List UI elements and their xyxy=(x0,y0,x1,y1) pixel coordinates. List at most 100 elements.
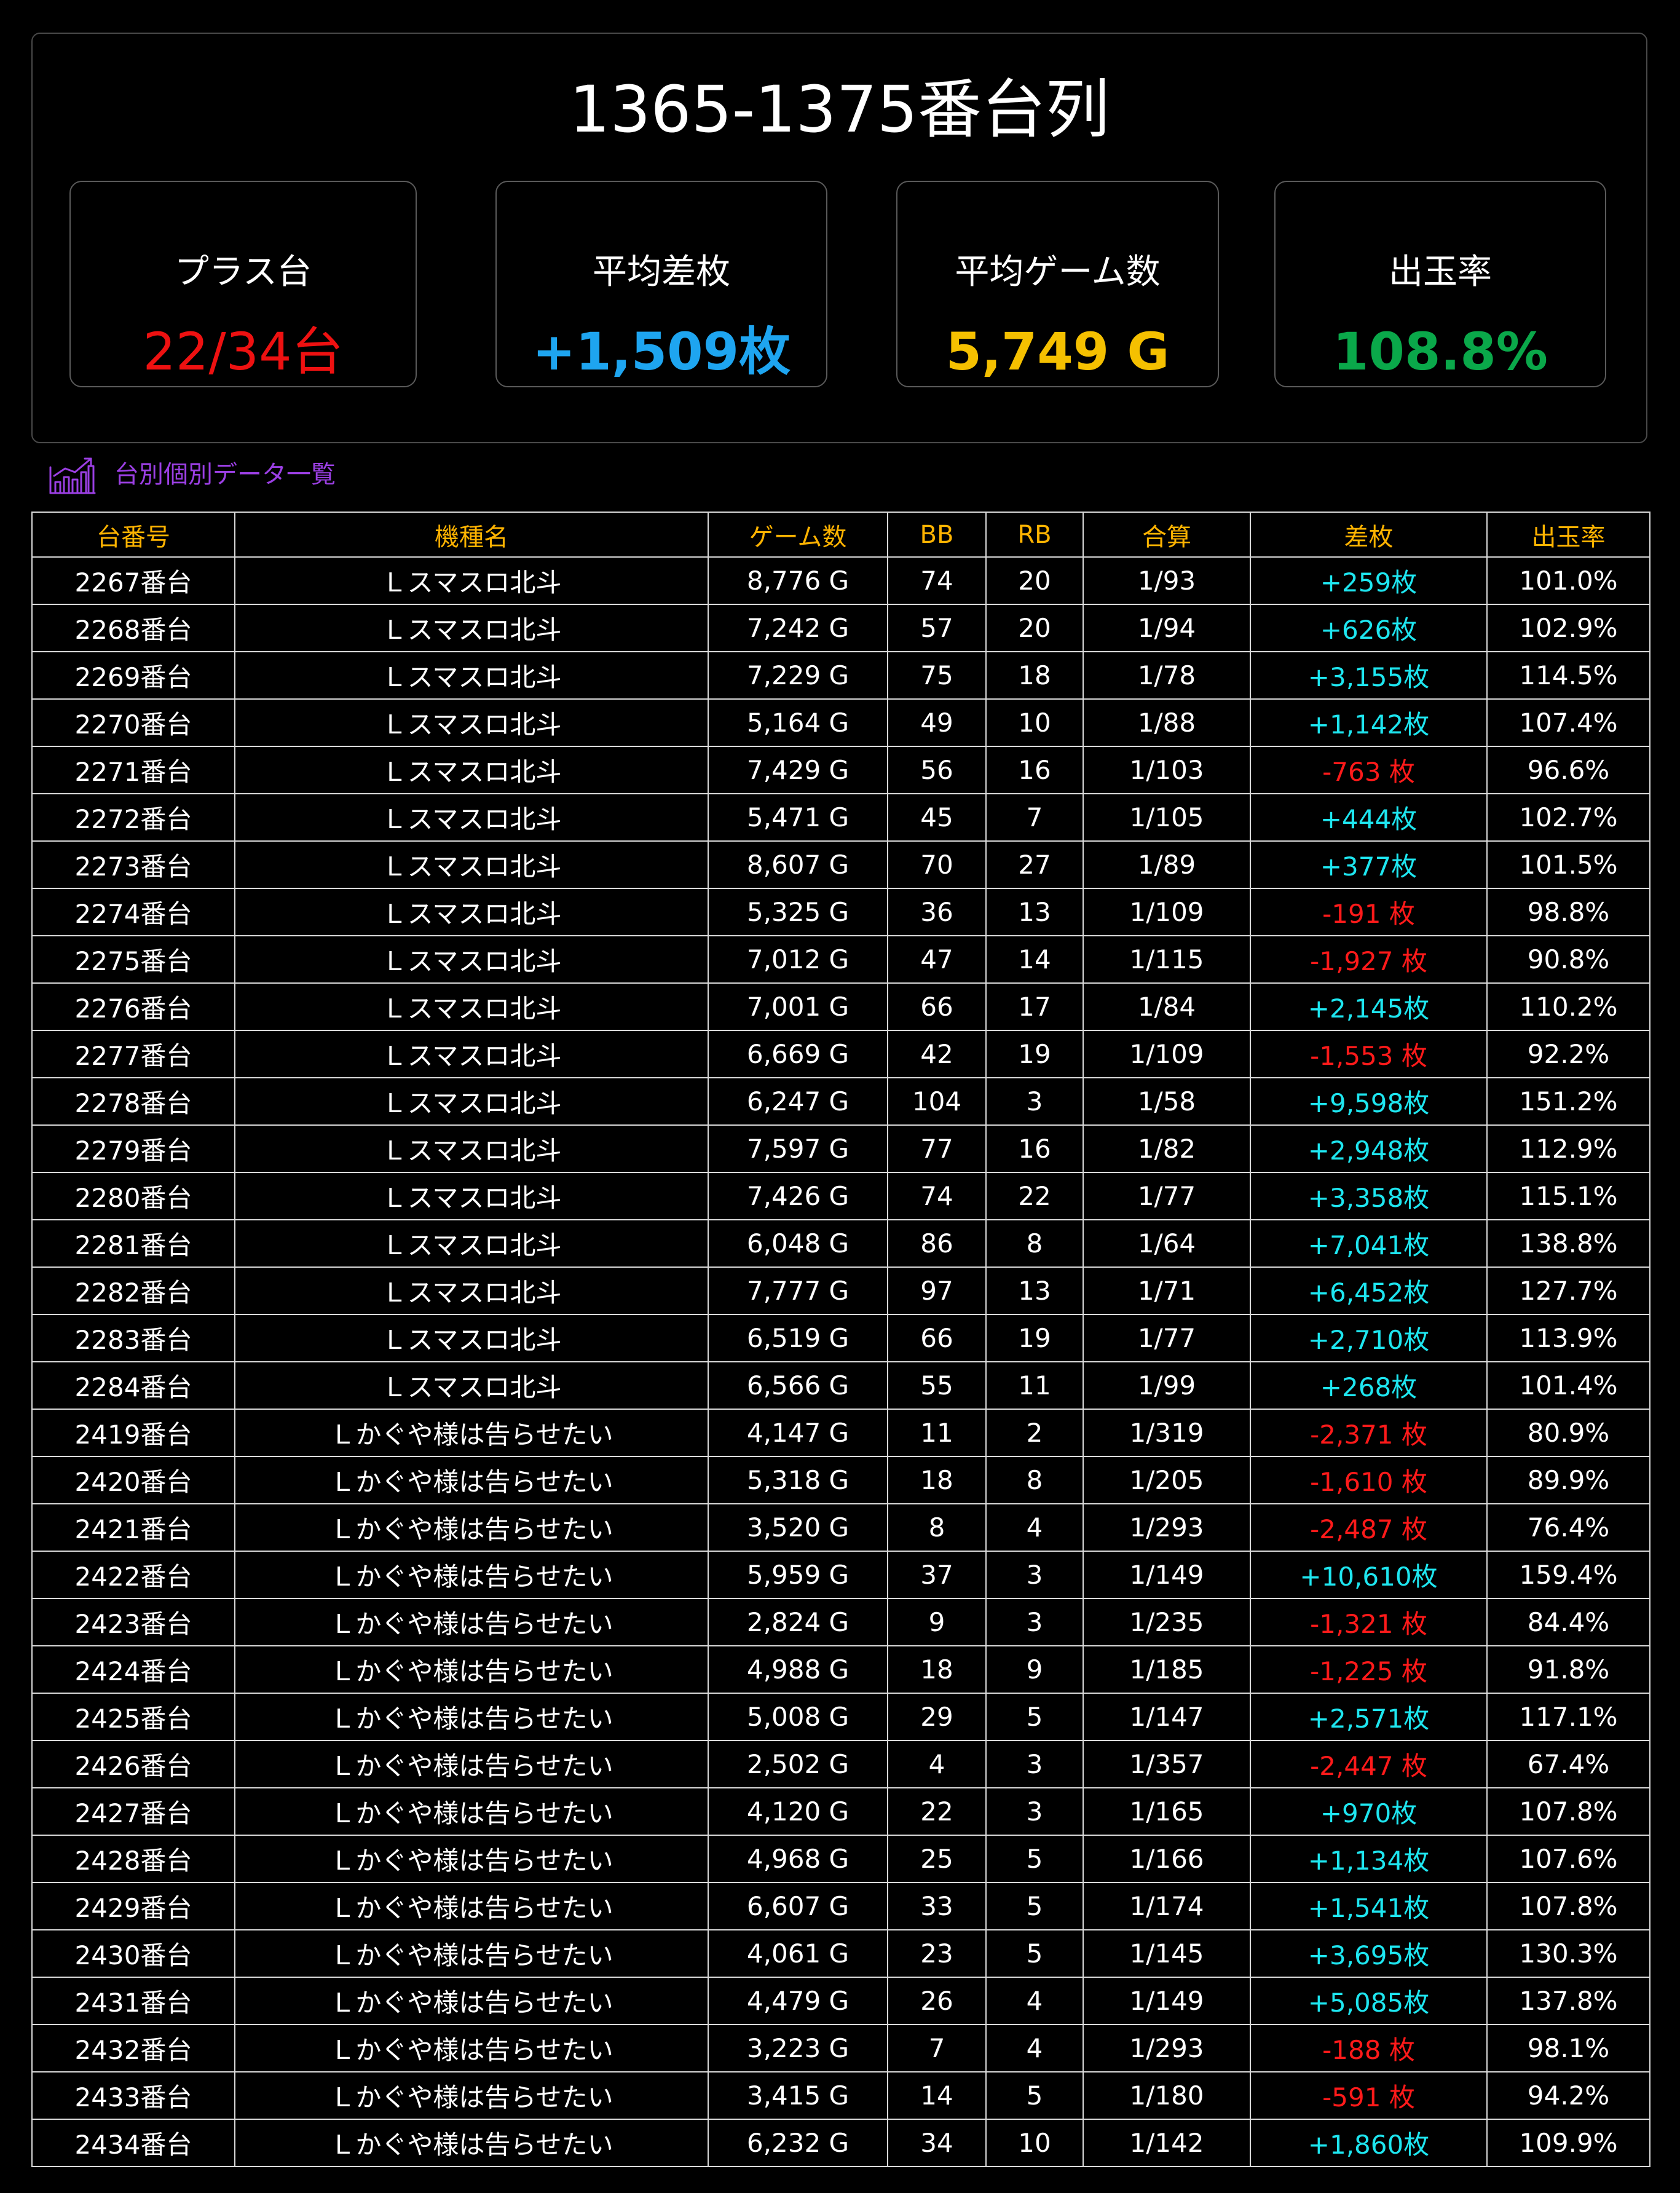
column-header-rb: RB xyxy=(985,512,1084,558)
rb-cell: 5 xyxy=(985,1693,1084,1741)
games-cell: 6,232 G xyxy=(708,2119,888,2167)
combined-odds-cell: 1/293 xyxy=(1083,2024,1251,2072)
machine-number-cell: 2429番台 xyxy=(31,1882,235,1930)
rb-cell: 18 xyxy=(985,651,1084,700)
bb-cell: 49 xyxy=(887,698,987,747)
table-row: 2427番台 Ｌかぐや様は告らせたい 4,120 G 22 3 1/165 +970枚 107… xyxy=(31,1787,1650,1836)
bb-cell: 42 xyxy=(887,1030,987,1078)
rb-cell: 4 xyxy=(985,1977,1084,2025)
machine-number-cell: 2281番台 xyxy=(31,1219,235,1268)
summary-panel: 1365-1375番台列 プラス台 22/34台 平均差枚 +1,509枚 平均… xyxy=(31,33,1647,443)
payout-rate-cell: 107.8% xyxy=(1486,1787,1650,1836)
machine-number-cell: 2421番台 xyxy=(31,1503,235,1552)
stat-card-plus-machines: プラス台 22/34台 xyxy=(69,181,417,387)
payout-rate-cell: 101.4% xyxy=(1486,1361,1650,1410)
rb-cell: 9 xyxy=(985,1645,1084,1694)
machine-number-cell: 2431番台 xyxy=(31,1977,235,2025)
bb-cell: 47 xyxy=(887,935,987,984)
rb-cell: 19 xyxy=(985,1314,1084,1362)
payout-rate-cell: 80.9% xyxy=(1486,1409,1650,1457)
table-row: 2428番台 Ｌかぐや様は告らせたい 4,968 G 25 5 1/166 +1,134枚 1… xyxy=(31,1835,1650,1883)
table-row: 2268番台 Ｌスマスロ北斗 7,242 G 57 20 1/94 +626枚 102.9% xyxy=(31,604,1650,652)
bb-cell: 74 xyxy=(887,556,987,605)
stat-value: 5,749 G xyxy=(945,322,1170,382)
payout-rate-cell: 102.9% xyxy=(1486,604,1650,652)
bb-cell: 56 xyxy=(887,746,987,794)
difference-cell: +1,142枚 xyxy=(1250,698,1488,747)
rb-cell: 2 xyxy=(985,1409,1084,1457)
payout-rate-cell: 127.7% xyxy=(1486,1266,1650,1315)
combined-odds-cell: 1/357 xyxy=(1083,1740,1251,1788)
rb-cell: 5 xyxy=(985,2071,1084,2120)
payout-rate-cell: 94.2% xyxy=(1486,2071,1650,2120)
machine-number-cell: 2277番台 xyxy=(31,1030,235,1078)
games-cell: 5,008 G xyxy=(708,1693,888,1741)
model-name-cell: Ｌスマスロ北斗 xyxy=(234,1172,709,1220)
payout-rate-cell: 84.4% xyxy=(1486,1598,1650,1646)
model-name-cell: Ｌかぐや様は告らせたい xyxy=(234,1787,709,1836)
rb-cell: 16 xyxy=(985,746,1084,794)
machine-number-cell: 2283番台 xyxy=(31,1314,235,1362)
combined-odds-cell: 1/166 xyxy=(1083,1835,1251,1883)
combined-odds-cell: 1/109 xyxy=(1083,1030,1251,1078)
model-name-cell: Ｌスマスロ北斗 xyxy=(234,1361,709,1410)
page-title: 1365-1375番台列 xyxy=(569,72,1110,147)
games-cell: 6,247 G xyxy=(708,1077,888,1126)
table-row: 2421番台 Ｌかぐや様は告らせたい 3,520 G 8 4 1/293 -2,487 枚7… xyxy=(31,1503,1650,1552)
table-row: 2434番台 Ｌかぐや様は告らせたい 6,232 G 34 10 1/142 +1,860枚… xyxy=(31,2119,1650,2167)
difference-cell: +1,860枚 xyxy=(1250,2119,1488,2167)
bb-cell: 33 xyxy=(887,1882,987,1930)
games-cell: 7,012 G xyxy=(708,935,888,984)
machine-number-cell: 2424番台 xyxy=(31,1645,235,1694)
payout-rate-cell: 138.8% xyxy=(1486,1219,1650,1268)
games-cell: 8,607 G xyxy=(708,840,888,889)
bb-cell: 57 xyxy=(887,604,987,652)
model-name-cell: Ｌかぐや様は告らせたい xyxy=(234,1835,709,1883)
table-row: 2271番台 Ｌスマスロ北斗 7,429 G 56 16 1/103 -763 枚 96.6% xyxy=(31,746,1650,794)
machine-number-cell: 2267番台 xyxy=(31,556,235,605)
difference-cell: -1,225 枚 xyxy=(1250,1645,1488,1694)
games-cell: 5,959 G xyxy=(708,1551,888,1599)
machine-number-cell: 2273番台 xyxy=(31,840,235,889)
model-name-cell: Ｌかぐや様は告らせたい xyxy=(234,1409,709,1457)
bb-cell: 66 xyxy=(887,982,987,1031)
header-row: 台番号 機種名 ゲーム数 BB RB 合算 差枚 出玉率 xyxy=(31,512,1650,558)
column-header-games: ゲーム数 xyxy=(708,512,888,558)
model-name-cell: Ｌスマスロ北斗 xyxy=(234,888,709,936)
combined-odds-cell: 1/319 xyxy=(1083,1409,1251,1457)
games-cell: 4,120 G xyxy=(708,1787,888,1836)
table-row: 2273番台 Ｌスマスロ北斗 8,607 G 70 27 1/89 +377枚 101.5% xyxy=(31,840,1650,889)
stat-label: 平均ゲーム数 xyxy=(955,252,1161,292)
model-name-cell: Ｌスマスロ北斗 xyxy=(234,840,709,889)
payout-rate-cell: 130.3% xyxy=(1486,1929,1650,1978)
machine-number-cell: 2271番台 xyxy=(31,746,235,794)
games-cell: 4,988 G xyxy=(708,1645,888,1694)
rb-cell: 8 xyxy=(985,1456,1084,1504)
bb-cell: 36 xyxy=(887,888,987,936)
bb-cell: 86 xyxy=(887,1219,987,1268)
table-row: 2430番台 Ｌかぐや様は告らせたい 4,061 G 23 5 1/145 +3,695枚 1… xyxy=(31,1929,1650,1978)
stat-label: 平均差枚 xyxy=(593,252,730,292)
table-row: 2422番台 Ｌかぐや様は告らせたい 5,959 G 37 3 1/149 +10,610枚… xyxy=(31,1551,1650,1599)
difference-cell: +3,358枚 xyxy=(1250,1172,1488,1220)
bb-cell: 25 xyxy=(887,1835,987,1883)
table-row: 2276番台 Ｌスマスロ北斗 7,001 G 66 17 1/84 +2,145枚 110.2… xyxy=(31,982,1650,1031)
rb-cell: 13 xyxy=(985,1266,1084,1315)
games-cell: 6,607 G xyxy=(708,1882,888,1930)
machine-number-cell: 2280番台 xyxy=(31,1172,235,1220)
machine-number-cell: 2278番台 xyxy=(31,1077,235,1126)
model-name-cell: Ｌかぐや様は告らせたい xyxy=(234,1977,709,2025)
stat-value: 108.8% xyxy=(1333,322,1548,382)
difference-cell: +2,710枚 xyxy=(1250,1314,1488,1362)
bb-cell: 97 xyxy=(887,1266,987,1315)
bb-cell: 66 xyxy=(887,1314,987,1362)
stat-value: 22/34台 xyxy=(143,322,344,382)
stat-value: +1,509枚 xyxy=(532,322,791,382)
difference-cell: -191 枚 xyxy=(1250,888,1488,936)
model-name-cell: Ｌスマスロ北斗 xyxy=(234,982,709,1031)
bb-cell: 18 xyxy=(887,1645,987,1694)
rb-cell: 5 xyxy=(985,1835,1084,1883)
difference-cell: -1,610 枚 xyxy=(1250,1456,1488,1504)
games-cell: 6,519 G xyxy=(708,1314,888,1362)
model-name-cell: Ｌスマスロ北斗 xyxy=(234,1124,709,1173)
